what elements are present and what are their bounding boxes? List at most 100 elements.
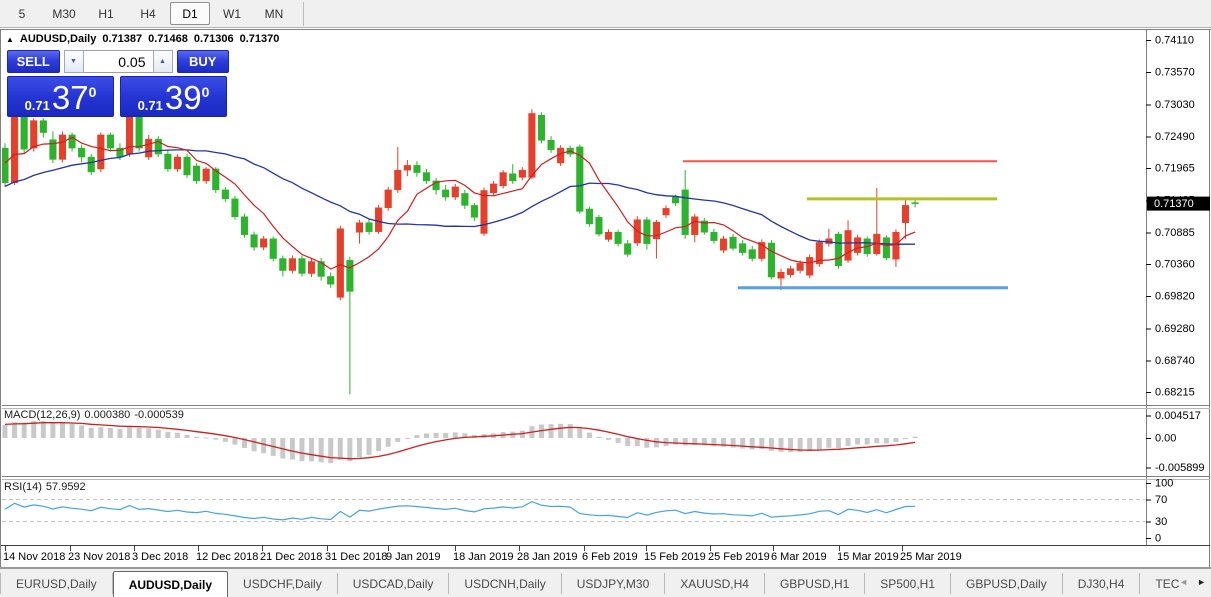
- candle-body: [844, 230, 852, 261]
- macd-histogram-bar: [893, 438, 899, 443]
- macd-histogram-bar: [318, 438, 324, 463]
- candle: [815, 239, 823, 267]
- macd-histogram-bar: [328, 438, 334, 464]
- candle-body: [681, 189, 689, 235]
- buy-price-display[interactable]: 0.71 39 0: [120, 76, 227, 117]
- candle: [336, 225, 344, 301]
- date-label: 28 Jan 2019: [517, 551, 578, 563]
- macd-histogram-bar: [615, 438, 621, 443]
- sell-price-display[interactable]: 0.71 37 0: [7, 76, 114, 117]
- candle-body: [787, 268, 795, 275]
- macd-histogram-bar: [98, 427, 104, 438]
- date-label: 23 Nov 2018: [68, 551, 130, 563]
- macd-histogram-bar: [289, 438, 295, 460]
- macd-histogram-bar: [835, 438, 841, 449]
- candle-body: [585, 208, 593, 225]
- macd-histogram-bar: [606, 438, 612, 440]
- volume-increase-icon[interactable]: ▲: [152, 50, 173, 73]
- macd-histogram-bar: [816, 438, 822, 450]
- macd-histogram-bar: [232, 438, 238, 445]
- date-label: 25 Feb 2019: [708, 551, 770, 563]
- price-tick-label: 0.71965: [1155, 162, 1195, 174]
- candle: [240, 213, 249, 238]
- ohlc-high: 0.71468: [148, 33, 188, 45]
- date-label: 14 Nov 2018: [3, 551, 65, 563]
- timeframe-mn[interactable]: MN: [254, 2, 294, 25]
- volume-input[interactable]: [83, 50, 153, 73]
- candle: [231, 195, 239, 220]
- timeframe-h4[interactable]: H4: [128, 2, 168, 25]
- candle-body: [413, 165, 421, 173]
- macd-histogram-bar: [107, 427, 113, 438]
- date-label: 15 Mar 2019: [837, 551, 899, 563]
- candle: [767, 240, 775, 280]
- price-tick-label: 0.68740: [1155, 355, 1195, 367]
- macd-histogram-bar: [625, 438, 631, 447]
- candle-body: [882, 237, 890, 259]
- macd-histogram-bar: [424, 433, 430, 438]
- candle: [298, 255, 306, 277]
- date-label: 15 Feb 2019: [644, 551, 706, 563]
- timeframe-m30[interactable]: M30: [44, 2, 84, 25]
- timeframe-5[interactable]: 5: [2, 2, 42, 25]
- candle-body: [327, 276, 335, 285]
- candle-body: [767, 242, 775, 278]
- macd-histogram-bar: [40, 420, 46, 438]
- candle-body: [240, 216, 249, 235]
- candle-body: [346, 260, 354, 292]
- macd-histogram-bar: [826, 438, 832, 448]
- buy-price-point: 0: [201, 84, 210, 100]
- candle-body: [547, 140, 555, 151]
- macd-histogram-bar: [404, 437, 410, 439]
- timeframe-d1[interactable]: D1: [170, 2, 210, 25]
- candle-body: [470, 205, 478, 218]
- candle-body: [279, 258, 287, 271]
- sell-price-pips: 37: [51, 79, 89, 116]
- price-tick-label: 0.70360: [1155, 258, 1195, 270]
- volume-decrease-icon[interactable]: ▼: [63, 50, 84, 73]
- candle: [384, 186, 392, 211]
- macd-histogram-bar: [682, 438, 688, 446]
- macd-histogram-bar: [864, 438, 870, 445]
- candle: [557, 145, 565, 166]
- macd-histogram-bar: [88, 427, 94, 438]
- price-tick-label: 0.69820: [1155, 291, 1195, 303]
- timeframe-h1[interactable]: H1: [86, 2, 126, 25]
- macd-histogram-bar: [577, 428, 583, 438]
- date-label: 9 Jan 2019: [386, 551, 440, 563]
- volume-stepper: ▼ ▲: [63, 50, 173, 73]
- price-tick-label: 0.72490: [1155, 131, 1195, 143]
- macd-axis-label: 0.00: [1155, 432, 1176, 444]
- candle: [154, 136, 162, 158]
- macd-histogram-bar: [855, 438, 861, 445]
- candle-body: [298, 258, 306, 274]
- candle-body: [691, 216, 699, 235]
- price-tick-label: 0.70885: [1155, 227, 1195, 239]
- price-tick-label: 0.69280: [1155, 323, 1195, 335]
- date-label: 6 Feb 2019: [582, 551, 638, 563]
- candle-body: [557, 147, 565, 164]
- macd-histogram-bar: [433, 432, 439, 438]
- candle-body: [403, 165, 411, 171]
- candle: [758, 239, 766, 262]
- macd-axis-label: 0.004517: [1155, 410, 1201, 422]
- collapse-triangle-icon[interactable]: ▲: [6, 35, 14, 44]
- date-label: 21 Dec 2018: [260, 551, 322, 563]
- candle: [87, 154, 95, 175]
- candle-body: [777, 272, 785, 279]
- candle-body: [624, 243, 632, 255]
- candle-body: [365, 222, 373, 232]
- timeframe-w1[interactable]: W1: [212, 2, 252, 25]
- sell-button[interactable]: SELL: [7, 50, 60, 73]
- candle-body: [78, 147, 86, 158]
- macd-histogram-bar: [883, 438, 889, 444]
- macd-histogram-bar: [778, 438, 784, 452]
- candle-body: [39, 120, 47, 133]
- candle: [20, 111, 28, 155]
- sell-price-point: 0: [88, 84, 97, 100]
- rsi-name: RSI(14): [4, 481, 42, 493]
- buy-button[interactable]: BUY: [176, 50, 229, 73]
- macd-histogram-bar: [749, 438, 755, 450]
- candle-body: [221, 189, 229, 200]
- candle-body: [20, 113, 28, 150]
